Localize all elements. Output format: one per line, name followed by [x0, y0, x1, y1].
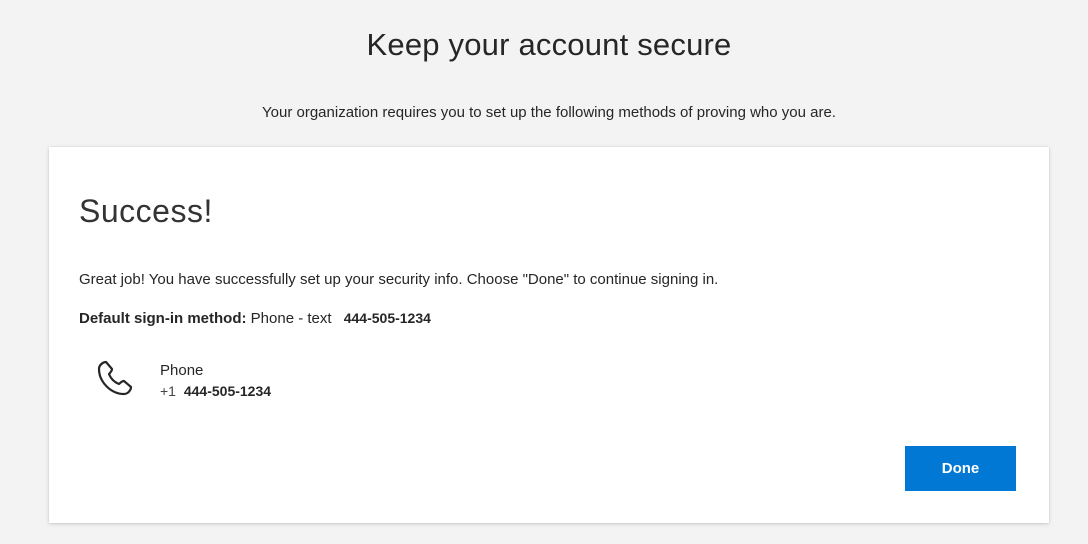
security-method-phone: Phone +1 444-505-1234 — [93, 354, 493, 406]
country-code: +1 — [160, 383, 176, 399]
success-message: Great job! You have successfully set up … — [79, 271, 719, 288]
page-subtitle: Your organization requires you to set up… — [262, 104, 836, 121]
method-name: Phone — [160, 362, 204, 379]
method-detail: +1 444-505-1234 — [160, 383, 271, 399]
default-sign-in-method: Default sign-in method: Phone - text 444… — [79, 310, 431, 327]
success-card: Success! Great job! You have successfull… — [49, 147, 1049, 523]
default-method-label: Default sign-in method: — [79, 310, 247, 327]
page-title: Keep your account secure — [366, 27, 732, 62]
done-button[interactable]: Done — [905, 446, 1016, 491]
default-method-value: Phone - text — [250, 310, 332, 327]
phone-icon — [93, 356, 137, 400]
default-method-number: 444-505-1234 — [343, 310, 431, 326]
success-heading: Success! — [79, 193, 213, 229]
phone-number: 444-505-1234 — [183, 383, 272, 399]
